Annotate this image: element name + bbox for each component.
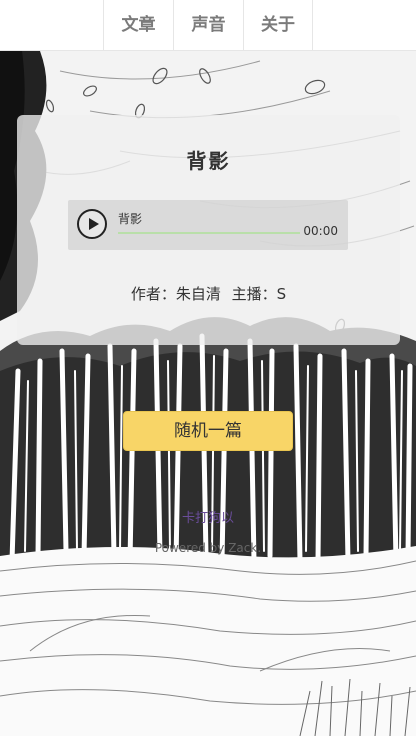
nav-tabs: 文章 声音 关于 [103,0,313,50]
tab-about[interactable]: 关于 [243,0,313,50]
track-title: 背影 [118,212,143,226]
article-title: 背影 [186,149,231,173]
tab-audio[interactable]: 声音 [173,0,243,50]
play-icon [89,218,99,230]
audio-player: 背影 00:00 [68,200,348,250]
article-meta: 作者：朱自清 主播：S [17,283,400,304]
top-navigation: 文章 声音 关于 [0,0,416,51]
playback-time: 00:00 [303,224,338,238]
narrator-label: 主播：S [231,285,287,303]
footer-link[interactable]: 卡打狗以 [0,507,416,526]
footer-credit: Powered by Zack. [154,541,262,555]
random-article-button[interactable]: 随机一篇 [123,411,293,451]
progress-bar[interactable] [118,232,300,234]
play-button[interactable] [77,209,107,239]
tab-articles[interactable]: 文章 [103,0,173,50]
article-card: 背影 背影 00:00 作者：朱自清 主播：S [17,115,400,345]
author-label: 作者：朱自清 [130,285,221,303]
